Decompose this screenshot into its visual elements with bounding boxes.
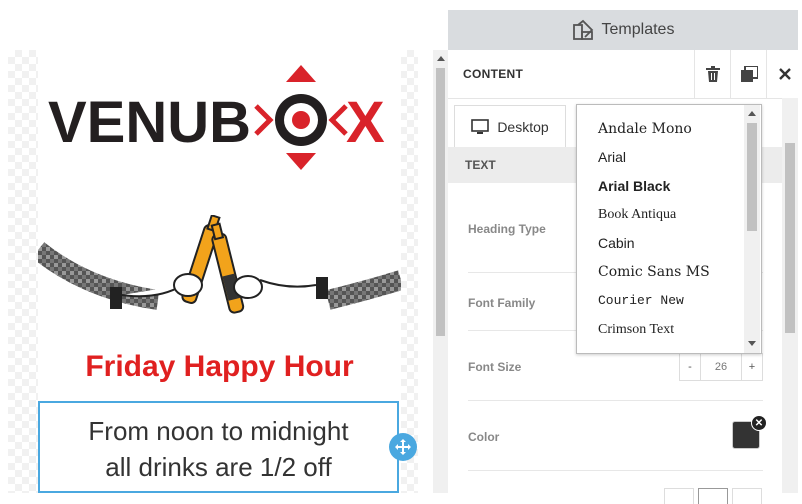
font-size-increase-button[interactable]: + <box>742 354 762 380</box>
templates-button[interactable]: Templates <box>448 10 798 50</box>
section-text-label: TEXT <box>465 158 496 172</box>
font-family-dropdown[interactable]: Andale Mono Arial Arial Black Book Antiq… <box>576 104 762 354</box>
divider <box>468 470 763 471</box>
font-option-comic-sans-ms[interactable]: Comic Sans MS <box>598 264 710 280</box>
content-title: CONTENT <box>463 67 524 81</box>
font-option-arial[interactable]: Arial <box>598 149 626 165</box>
font-option-courier-new[interactable]: Courier New <box>598 293 684 308</box>
delete-button[interactable] <box>694 50 731 98</box>
tab-desktop[interactable]: Desktop <box>454 105 566 148</box>
email-preview: VENUB X Friday Happy Hour From noon to m… <box>38 50 401 493</box>
logo-text-right: X <box>346 90 385 155</box>
email-canvas: VENUB X Friday Happy Hour From noon to m… <box>0 0 433 493</box>
logo-text-left: VENUB <box>48 90 251 155</box>
logo-target-mark <box>254 65 348 170</box>
scroll-up-arrow-icon[interactable] <box>437 56 445 61</box>
scroll-up-arrow-icon[interactable] <box>748 111 756 116</box>
clear-color-icon[interactable]: ✕ <box>751 415 767 431</box>
selected-text-block[interactable]: From noon to midnight all drinks are 1/2… <box>38 401 399 493</box>
scroll-down-arrow-icon[interactable] <box>748 341 756 346</box>
canvas-scroll-thumb[interactable] <box>436 68 445 336</box>
tab-desktop-label: Desktop <box>497 119 549 135</box>
templates-icon <box>572 19 593 40</box>
font-option-arial-black[interactable]: Arial Black <box>598 178 670 194</box>
email-heading[interactable]: Friday Happy Hour <box>38 350 401 384</box>
font-size-input[interactable]: 26 <box>700 354 742 380</box>
trash-icon <box>706 66 720 82</box>
align-button[interactable] <box>664 488 694 504</box>
venubox-logo[interactable]: VENUB X <box>48 60 393 175</box>
align-button[interactable] <box>698 488 728 504</box>
close-icon <box>779 68 791 80</box>
font-size-label: Font Size <box>468 360 522 374</box>
close-button[interactable] <box>766 50 802 98</box>
font-option-cabin[interactable]: Cabin <box>598 235 635 251</box>
content-header: CONTENT <box>448 50 798 99</box>
desktop-icon <box>471 119 490 134</box>
panel-scrollbar[interactable] <box>782 98 798 493</box>
font-option-andale-mono[interactable]: Andale Mono <box>598 121 692 137</box>
color-label: Color <box>468 430 500 444</box>
copy-icon <box>740 66 758 82</box>
canvas-scrollbar[interactable] <box>433 50 448 493</box>
font-size-decrease-button[interactable]: - <box>680 354 700 380</box>
font-family-label: Font Family <box>468 296 536 310</box>
move-handle-icon[interactable] <box>389 433 417 461</box>
heading-type-label: Heading Type <box>468 222 546 236</box>
body-line-1: From noon to midnight <box>88 416 349 446</box>
templates-label: Templates <box>601 21 675 38</box>
font-size-stepper: - 26 + <box>679 353 763 381</box>
divider <box>468 400 763 401</box>
align-button[interactable] <box>732 488 762 504</box>
body-line-2: all drinks are 1/2 off <box>105 452 332 482</box>
beer-cheers-illustration[interactable] <box>38 215 401 335</box>
panel-scroll-thumb[interactable] <box>785 143 795 333</box>
dropdown-scroll-thumb[interactable] <box>747 123 757 231</box>
duplicate-button[interactable] <box>730 50 767 98</box>
font-option-book-antiqua[interactable]: Book Antiqua <box>598 207 676 223</box>
font-option-crimson-text[interactable]: Crimson Text <box>598 322 674 338</box>
dropdown-scrollbar[interactable] <box>744 105 760 353</box>
